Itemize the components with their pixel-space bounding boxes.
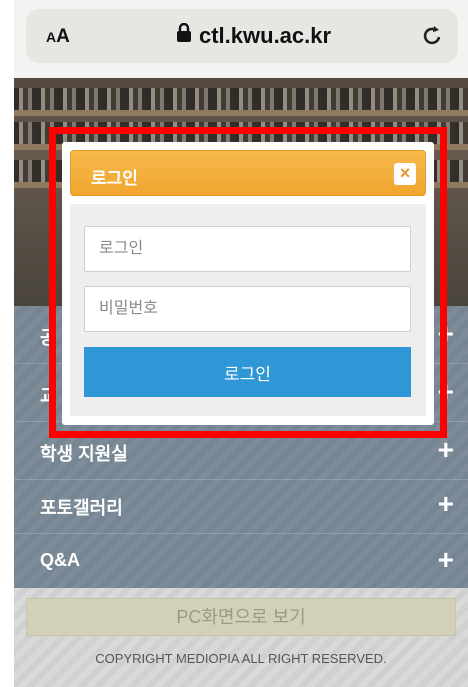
pc-view-button[interactable]: PC화면으로 보기 [26, 598, 456, 636]
browser-toolbar: AA ctl.kwu.ac.kr [14, 0, 468, 78]
plus-icon[interactable]: + [438, 434, 454, 466]
close-icon[interactable]: × [394, 163, 416, 185]
plus-icon[interactable]: + [438, 488, 454, 520]
menu-item-photo-gallery[interactable]: 포토갤러리 + [14, 476, 468, 534]
password-input[interactable] [84, 286, 411, 332]
lock-icon [176, 22, 192, 49]
modal-header: 로그인 × [70, 150, 426, 196]
url-display[interactable]: ctl.kwu.ac.kr [176, 22, 332, 49]
address-bar[interactable]: AA ctl.kwu.ac.kr [26, 9, 458, 63]
modal-title: 로그인 [91, 169, 138, 188]
login-button[interactable]: 로그인 [84, 347, 411, 397]
footer: PC화면으로 보기 COPYRIGHT MEDIOPIA ALL RIGHT R… [14, 588, 468, 687]
text-size-button[interactable]: AA [46, 26, 70, 48]
url-text: ctl.kwu.ac.kr [199, 23, 332, 48]
reload-icon[interactable] [422, 23, 444, 54]
login-modal: 로그인 × 로그인 [62, 142, 434, 425]
login-id-input[interactable] [84, 226, 411, 272]
modal-body: 로그인 [70, 204, 426, 416]
menu-item-qna[interactable]: Q&A + [14, 532, 468, 590]
copyright-text: COPYRIGHT MEDIOPIA ALL RIGHT RESERVED. [95, 651, 387, 666]
plus-icon[interactable]: + [438, 544, 454, 576]
